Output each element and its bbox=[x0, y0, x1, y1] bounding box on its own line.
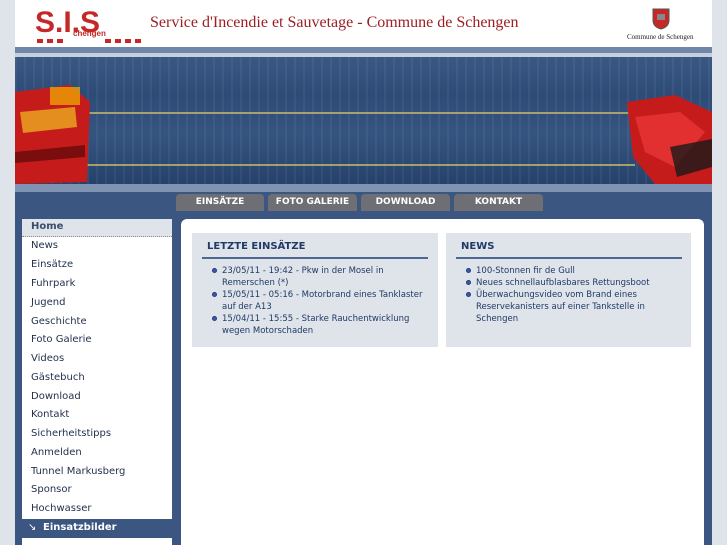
news-title: NEWS bbox=[461, 241, 495, 252]
einsatz-item-text: 23/05/11 - 19:42 - Pkw in der Mosel in R… bbox=[222, 266, 384, 288]
sidebar-item-fuhrpark[interactable]: Fuhrpark bbox=[31, 278, 75, 289]
einsatz-item[interactable]: 23/05/11 - 19:42 - Pkw in der Mosel in R… bbox=[202, 265, 428, 289]
news-item[interactable]: Neues schnellaufblasbares Rettungsboot bbox=[456, 277, 682, 289]
sidebar-item-jugend[interactable]: Jugend bbox=[31, 297, 65, 308]
sidebar-item-kontakt[interactable]: Kontakt bbox=[31, 409, 69, 420]
divider bbox=[456, 257, 682, 259]
einsatz-item-text: 15/05/11 - 05:16 - Motorbrand eines Tank… bbox=[222, 290, 423, 312]
sidebar-item-sponsor[interactable]: Sponsor bbox=[31, 484, 72, 495]
einsatz-item[interactable]: 15/05/11 - 05:16 - Motorbrand eines Tank… bbox=[202, 289, 428, 313]
sis-logo[interactable]: S.I.S chengen bbox=[35, 5, 147, 45]
news-list: 100-Stonnen fir de Gull Neues schnellauf… bbox=[456, 265, 682, 325]
header: S.I.S chengen Service d'Incendie et Sauv… bbox=[15, 0, 712, 50]
sidebar-item-gaestebuch[interactable]: Gästebuch bbox=[31, 372, 85, 383]
sidebar-item-einsatzbilder[interactable]: ↘ Einsatzbilder bbox=[22, 519, 172, 538]
bullet-icon bbox=[466, 280, 471, 285]
bullet-icon bbox=[466, 268, 471, 273]
sidebar-item-anmelden[interactable]: Anmelden bbox=[31, 447, 82, 458]
news-item-text: Überwachungsvideo vom Brand eines Reserv… bbox=[476, 290, 645, 324]
sidebar-item-foto-galerie[interactable]: Foto Galerie bbox=[31, 334, 92, 345]
bullet-icon bbox=[212, 316, 217, 321]
sidebar-active-label: Einsatzbilder bbox=[43, 522, 117, 533]
bullet-icon bbox=[212, 268, 217, 273]
tab-download[interactable]: DOWNLOAD bbox=[361, 194, 450, 211]
sidebar-item-hochwasser[interactable]: Hochwasser bbox=[31, 503, 91, 514]
arrow-down-right-icon: ↘ bbox=[28, 522, 37, 533]
einsatz-item[interactable]: 15/04/11 - 15:55 - Starke Rauchentwicklu… bbox=[202, 313, 428, 337]
sidebar-home-label: Home bbox=[31, 221, 64, 232]
logo-subtext: chengen bbox=[73, 29, 106, 38]
news-item[interactable]: 100-Stonnen fir de Gull bbox=[456, 265, 682, 277]
crest-label: Commune de Schengen bbox=[627, 33, 694, 41]
news-item-text: Neues schnellaufblasbares Rettungsboot bbox=[476, 278, 650, 288]
sidebar-item-geschichte[interactable]: Geschichte bbox=[31, 316, 87, 327]
commune-crest-icon bbox=[652, 8, 670, 30]
letzte-einsaetze-box: LETZTE EINSÄTZE 23/05/11 - 19:42 - Pkw i… bbox=[192, 233, 438, 347]
tab-kontakt[interactable]: KONTAKT bbox=[454, 194, 543, 211]
sidebar-item-einsaetze[interactable]: Einsätze bbox=[31, 259, 73, 270]
sidebar-item-sicherheitstipps[interactable]: Sicherheitstipps bbox=[31, 428, 111, 439]
sidebar-item-news[interactable]: News bbox=[31, 240, 58, 251]
sidebar-item-videos[interactable]: Videos bbox=[31, 353, 64, 364]
news-box: NEWS 100-Stonnen fir de Gull Neues schne… bbox=[446, 233, 691, 347]
news-item-text: 100-Stonnen fir de Gull bbox=[476, 266, 575, 276]
divider bbox=[202, 257, 428, 259]
einsaetze-list: 23/05/11 - 19:42 - Pkw in der Mosel in R… bbox=[202, 265, 428, 337]
page: S.I.S chengen Service d'Incendie et Sauv… bbox=[15, 0, 712, 545]
tab-einsaetze[interactable]: EINSÄTZE bbox=[176, 194, 264, 211]
news-item[interactable]: Überwachungsvideo vom Brand eines Reserv… bbox=[456, 289, 682, 325]
bullet-icon bbox=[212, 292, 217, 297]
sidebar-item-download[interactable]: Download bbox=[31, 391, 81, 402]
bullet-icon bbox=[466, 292, 471, 297]
banner-image bbox=[15, 57, 712, 184]
site-title: Service d'Incendie et Sauvetage - Commun… bbox=[150, 14, 519, 31]
einsatz-item-text: 15/04/11 - 15:55 - Starke Rauchentwicklu… bbox=[222, 314, 410, 336]
sidebar-item-home[interactable]: Home bbox=[22, 219, 172, 237]
tab-foto-galerie[interactable]: FOTO GALERIE bbox=[268, 194, 357, 211]
letzte-einsaetze-title: LETZTE EINSÄTZE bbox=[207, 241, 306, 252]
sidebar-item-tunnel-markusberg[interactable]: Tunnel Markusberg bbox=[31, 466, 125, 477]
